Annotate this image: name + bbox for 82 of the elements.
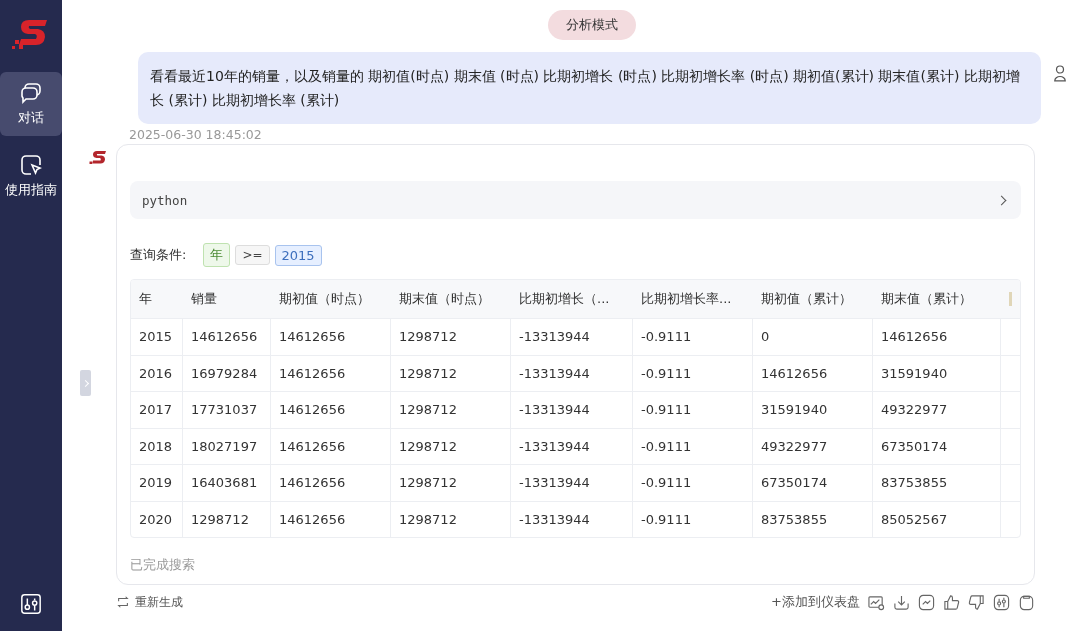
timestamp: 2025-06-30 18:45:02	[129, 127, 263, 142]
table-cell: -0.9111	[633, 465, 753, 501]
sidebar-nav-item[interactable]: 对话	[0, 72, 62, 136]
table-cell: 18027197	[183, 428, 271, 464]
table-cell: 14612656	[183, 319, 271, 355]
sidebar-nav-item[interactable]: 使用指南	[0, 144, 62, 208]
table-cell: -13313944	[511, 355, 633, 391]
column-header: 期末值（累计）	[880, 290, 973, 308]
table-cell: 16979284	[183, 355, 271, 391]
table-cell: -0.9111	[633, 501, 753, 537]
thumbs-down-icon[interactable]	[968, 593, 985, 611]
table-cell: -13313944	[511, 465, 633, 501]
table-cell: 31591940	[873, 355, 1001, 391]
table-cell: 83753855	[753, 501, 873, 537]
table-cell: -0.9111	[633, 355, 753, 391]
table-cell: 14612656	[873, 319, 1001, 355]
table-cell: 49322977	[753, 428, 873, 464]
regenerate-button[interactable]: 重新生成	[116, 593, 183, 611]
column-header: 年	[138, 290, 153, 308]
refresh-icon	[116, 595, 130, 609]
table-cell: 14612656	[271, 392, 391, 428]
clipboard-icon[interactable]	[1018, 593, 1035, 611]
table-cell: -0.9111	[633, 392, 753, 428]
table-cell: 14612656	[271, 501, 391, 537]
user-icon	[1053, 64, 1067, 82]
query-tag: 年	[203, 243, 231, 267]
table-cell: -13313944	[511, 501, 633, 537]
cursor-card-icon	[19, 153, 43, 177]
table-cell: 1298712	[391, 319, 511, 355]
sliders-icon[interactable]	[993, 593, 1010, 611]
table-cell: 83753855	[873, 465, 1001, 501]
table-cell: 85052567	[873, 501, 1001, 537]
mode-badge: 分析模式	[547, 10, 636, 40]
trend-chart-icon[interactable]	[918, 593, 935, 611]
table-cell: 17731037	[183, 392, 271, 428]
table-cell: 2015	[131, 319, 183, 355]
settings-icon[interactable]	[20, 593, 42, 615]
table-cell: -13313944	[511, 319, 633, 355]
table-cell: 67350174	[753, 465, 873, 501]
table-cell: -13313944	[511, 392, 633, 428]
query-tag: >=	[235, 245, 270, 265]
table-cell: 14612656	[271, 355, 391, 391]
status-text: 已完成搜索	[130, 556, 196, 574]
table-cell: -13313944	[511, 428, 633, 464]
table-cell: 1298712	[391, 392, 511, 428]
column-header: 销量	[190, 290, 218, 308]
table-cell: 1298712	[391, 428, 511, 464]
table-cell: 1298712	[391, 501, 511, 537]
table-cell: 2020	[131, 501, 183, 537]
user-message: 看看最近10年的销量，以及销量的 期初值(时点) 期末值 (时点) 比期初增长 (时点) 比期初增长率 (时点) 期初值(累计) 期末值(累计) 比期初增长 (累计) 比期初增长率 (累计)	[138, 52, 1041, 124]
table-cell: 2019	[131, 465, 183, 501]
table-cell: 2017	[131, 392, 183, 428]
chart-settings-icon[interactable]	[868, 593, 885, 611]
query-label: 查询条件:	[130, 246, 187, 264]
table-cell: 0	[753, 319, 873, 355]
column-header: 比期初增长（...	[518, 290, 611, 308]
column-header: 期初值（时点）	[278, 290, 371, 308]
table-cell: -0.9111	[633, 319, 753, 355]
table-cell: 1298712	[391, 355, 511, 391]
chat-bubbles-icon	[19, 81, 43, 105]
column-header: 期末值（时点）	[398, 290, 491, 308]
download-icon[interactable]	[893, 593, 910, 611]
table-cell: 14612656	[271, 465, 391, 501]
column-header: 期初值（累计）	[760, 290, 853, 308]
table-cell: 31591940	[753, 392, 873, 428]
table-cell: 67350174	[873, 428, 1001, 464]
table-cell: 49322977	[873, 392, 1001, 428]
code-block-toggle[interactable]: python	[130, 181, 1021, 219]
table-cell: 1298712	[183, 501, 271, 537]
column-header: 比期初增长率...	[640, 290, 733, 308]
table-cell: 1298712	[391, 465, 511, 501]
table-cell: 14612656	[753, 355, 873, 391]
table-cell: 14612656	[271, 319, 391, 355]
table-cell: 2016	[131, 355, 183, 391]
table-cell: 2018	[131, 428, 183, 464]
add-to-dashboard-link[interactable]: +添加到仪表盘	[771, 593, 860, 611]
sidebar-expand-handle[interactable]	[80, 370, 91, 396]
table-cell: -0.9111	[633, 428, 753, 464]
query-tag: 2015	[274, 244, 322, 266]
table-cell: 16403681	[183, 465, 271, 501]
table-cell: 14612656	[271, 428, 391, 464]
thumbs-up-icon[interactable]	[943, 593, 960, 611]
